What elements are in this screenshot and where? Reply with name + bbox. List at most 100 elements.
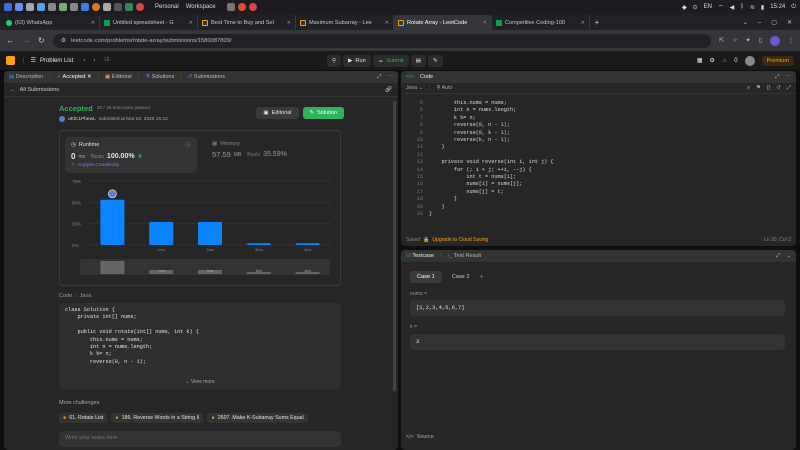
editor-code[interactable]: this.nums = nums; int n = nums.length; k… [429,100,554,219]
new-tab-button[interactable]: + [590,15,604,30]
runtime-card[interactable]: ◷ Runtime ⓘ 0 ms Beats 100.00% ❦ ✧ Analy… [65,137,197,173]
url-input[interactable]: ⚙ leetcode.com/problems/rotate-array/sub… [52,33,712,48]
link-icon[interactable]: 🔗 [385,87,392,93]
app-icon[interactable] [70,3,78,11]
bookmark-icon[interactable]: ⚑ [756,85,761,91]
power-icon[interactable]: ⏻ [791,4,796,11]
bluetooth-icon[interactable]: ᛒ [740,4,744,10]
browser-tab[interactable]: Competitive Coding-100 ✕ [492,15,590,30]
upgrade-link[interactable]: Upgrade to Cloud Saving [432,237,488,243]
user-avatar[interactable] [744,55,755,66]
close-window-icon[interactable]: ✕ [787,19,792,26]
problem-list-icon[interactable]: ☰ [31,57,36,64]
tray-icon[interactable]: ⊙ [693,4,698,11]
scrollbar[interactable] [393,101,396,391]
notes-input[interactable]: Write your notes here [59,431,341,447]
format-icon[interactable]: ≡ [747,85,750,91]
more-icon[interactable]: ⋯ [786,74,792,80]
extensions-icon[interactable]: ✦ [746,37,751,44]
source-toggle[interactable]: </> Source [406,434,434,440]
clock[interactable]: 15:24 [770,4,785,10]
close-icon[interactable]: ✕ [91,20,95,26]
app-icon[interactable] [226,3,235,11]
leetcode-logo-icon[interactable] [6,56,15,65]
chart-bar[interactable] [198,221,222,245]
maximize-icon[interactable]: ▢ [771,19,777,26]
close-icon[interactable]: ✕ [189,20,193,26]
notes-button[interactable]: ▤ [410,54,426,67]
problem-list-link[interactable]: Problem List [40,58,73,64]
app-icon[interactable] [114,3,122,11]
close-icon[interactable]: ✕ [581,20,585,26]
layout-icon[interactable]: ▦ [697,57,703,64]
tab-accepted[interactable]: ✓ Accepted ✕ [57,74,92,80]
fullscreen-icon[interactable]: ⤢ [787,85,791,92]
auto-mode[interactable]: ⚲ Auto [437,85,453,91]
app-menu-icon[interactable] [4,3,12,11]
minimize-icon[interactable]: – [758,20,761,26]
chart-bar[interactable] [100,199,125,245]
solution-button[interactable]: ✎ Solution [302,107,344,119]
menu-icon[interactable]: ⋮ [788,37,794,44]
challenge-chip[interactable]: ● 61. Rotate List [59,413,108,423]
expand-icon[interactable]: ⤢ [776,253,780,260]
case-2-tab[interactable]: Case 2 [447,271,475,283]
language-select[interactable]: Java ⌄ [406,85,423,91]
app-icon[interactable] [125,3,133,11]
whiteboard-button[interactable]: ✎ [428,54,443,67]
app-icon[interactable] [59,3,67,11]
workspace-personal[interactable]: Personal [155,4,179,10]
chrome-icon[interactable] [248,3,257,11]
fire-icon[interactable]: ♨ [722,57,727,64]
submit-button[interactable]: ☁ Submit [372,54,409,67]
close-icon[interactable]: ✕ [385,20,389,26]
username[interactable]: uKlC1PhewL [68,117,96,122]
volume-icon[interactable]: ◀ [730,4,735,11]
app-icon[interactable] [48,3,56,11]
profile-avatar[interactable] [770,35,780,46]
debug-button[interactable]: ⚲ [327,54,342,67]
app-icon[interactable] [103,3,111,11]
reload-icon[interactable]: ↻ [38,36,45,45]
next-problem-icon[interactable]: › [93,58,95,64]
add-case-button[interactable]: + [479,274,483,281]
testcase-tab[interactable]: ☑ Testcase [406,253,434,259]
chart-bar[interactable] [295,243,320,245]
chart-bar[interactable] [149,221,174,245]
browser-tab[interactable]: Best Time to Buy and Sel ✕ [198,15,296,30]
tab-solutions[interactable]: ⚗ Solutions [145,74,174,80]
workspace-workspace[interactable]: Workspace [186,4,216,10]
expand-icon[interactable]: ⤢ [775,74,779,81]
back-arrow-icon[interactable]: ← [10,87,16,93]
wifi-icon[interactable]: ⌔ [718,3,724,11]
view-more-button[interactable]: ⌄ View more [59,379,341,385]
nums-input[interactable]: [1,2,3,4,5,6,7] [410,300,785,316]
browser-tab[interactable]: Untitled spreadsheet - G ✕ [100,15,198,30]
shuffle-icon[interactable]: ⤨ [103,57,108,64]
browser-tab-active[interactable]: Rotate Array - LeetCode ✕ [394,15,492,30]
editorial-button[interactable]: ▣ Editorial [256,107,299,119]
app-icon[interactable] [81,3,89,11]
tab-submissions[interactable]: ↺ Submissions [188,74,225,80]
prev-problem-icon[interactable]: ‹ [83,58,85,64]
close-icon[interactable]: ✕ [287,20,291,26]
settings-icon[interactable]: ⚙ [709,57,714,64]
collapse-icon[interactable]: ⌄ [786,253,791,259]
forward-icon[interactable]: → [22,36,30,45]
runtime-distribution-chart[interactable]: 75% 50% 25% 0% 1ms 2ms 3ms 4ms 1ms 2ms 3ms 4ms [60,175,342,287]
sidebar-icon[interactable]: ▯ [759,37,762,44]
browser-tab[interactable]: (63) WhatsApp ✕ [2,15,100,30]
files-icon[interactable] [15,3,23,11]
back-icon[interactable]: ← [6,36,14,45]
info-icon[interactable]: ⓘ [185,141,191,149]
test-result-tab[interactable]: ›_ Test Result [448,253,482,259]
browser-tab[interactable]: Maximum Subarray - Lee ✕ [296,15,394,30]
firefox-icon[interactable] [237,3,246,11]
tab-search-icon[interactable]: ⌄ [743,19,748,26]
analyze-complexity-link[interactable]: Analyze Complexity [77,163,119,168]
reset-icon[interactable]: ↺ [776,85,780,91]
bookmark-icon[interactable]: ☆ [732,37,737,44]
site-info-icon[interactable]: ⚙ [61,37,66,44]
close-icon[interactable]: ✕ [483,20,487,26]
premium-button[interactable]: Premium [761,55,794,66]
